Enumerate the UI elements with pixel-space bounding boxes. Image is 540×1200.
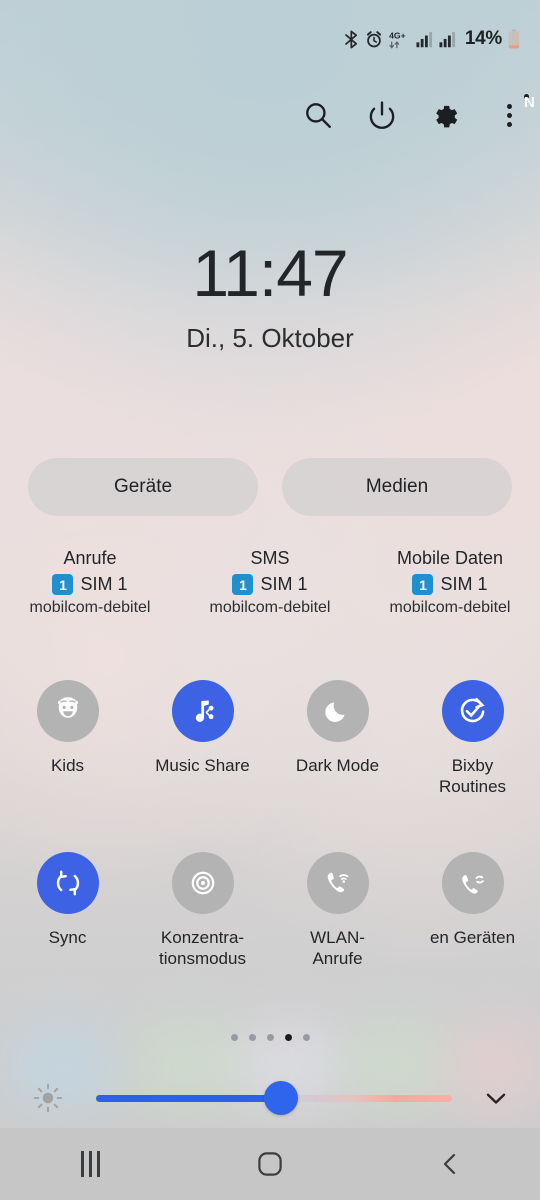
toggle-label: WLAN- Anrufe (310, 928, 365, 968)
toggle-dark-mode[interactable]: Dark Mode (270, 680, 405, 797)
sim-badge-icon: 1 (232, 574, 254, 595)
brightness-icon (0, 1081, 96, 1115)
power-icon[interactable] (367, 100, 397, 130)
sim-info-carrier: mobilcom-debitel (209, 599, 331, 616)
sim-info-selection: 1 SIM 1 (180, 574, 360, 595)
recents-bar-3 (96, 1151, 100, 1177)
bluetooth-icon (344, 30, 359, 49)
signal-sim1-icon (416, 31, 433, 48)
slider-fill (96, 1094, 282, 1102)
search-icon[interactable] (303, 100, 333, 130)
sim-info-slot: SIM 1 (80, 574, 128, 594)
clock-time: 11:47 (192, 236, 348, 310)
sim-info-row: Anrufe 1 SIM 1 mobilcom-debitel SMS 1 SI… (0, 548, 540, 617)
sim-badge-icon: 1 (52, 574, 74, 595)
toggle-label: Bixby Routines (438, 756, 507, 796)
recents-bar-2 (88, 1151, 92, 1177)
toggle-label: en Geräten (429, 928, 516, 947)
toggle-sync[interactable]: Sync (0, 852, 135, 969)
battery-icon (508, 29, 520, 49)
music-share-icon (171, 680, 234, 742)
sim-info-mobile-data[interactable]: Mobile Daten 1 SIM 1 mobilcom-debitel (360, 548, 540, 617)
sim-info-title: Mobile Daten (396, 548, 504, 568)
bixby-routines-icon (441, 680, 504, 742)
toggle-label: Music Share (155, 756, 250, 775)
focus-target-icon (171, 852, 234, 914)
media-button[interactable]: Medien (282, 458, 512, 516)
sim-info-slot: SIM 1 (440, 574, 488, 594)
recents-bar-1 (80, 1151, 84, 1177)
sync-icon (36, 852, 99, 914)
toggle-kids[interactable]: Kids (0, 680, 135, 797)
back-icon[interactable] (405, 1134, 495, 1194)
slider-thumb[interactable] (264, 1081, 299, 1115)
status-bar: 4G+ 14% (0, 0, 540, 78)
notification-badge: N (524, 94, 535, 111)
navigation-bar (0, 1128, 540, 1200)
toggle-wifi-calling[interactable]: WLAN- Anrufe (270, 852, 405, 969)
wifi-calling-icon (306, 852, 369, 914)
toggle-label: Sync (48, 928, 87, 947)
page-dot-4-active[interactable] (284, 1034, 292, 1041)
toggle-label: Kids (50, 756, 85, 775)
toggle-bixby-routines[interactable]: Bixby Routines (405, 680, 540, 797)
sim-info-selection: 1 SIM 1 (0, 574, 180, 595)
sim-info-sms[interactable]: SMS 1 SIM 1 mobilcom-debitel (180, 548, 360, 617)
signal-sim2-icon (439, 31, 456, 48)
sim-info-carrier: mobilcom-debitel (389, 599, 511, 616)
quick-toggles-row-2: Sync Konzentra- tionsmodus WLAN- Anrufe (0, 852, 540, 969)
gear-icon[interactable] (431, 100, 462, 131)
chevron-down-icon[interactable] (452, 1083, 540, 1113)
sim-badge-icon: 1 (412, 574, 434, 595)
battery-percent-label: 14% (464, 28, 502, 49)
call-on-other-devices-icon (441, 852, 504, 914)
home-icon[interactable] (225, 1134, 315, 1194)
toggle-label: Dark Mode (295, 756, 380, 775)
toggle-focus-mode[interactable]: Konzentra- tionsmodus (135, 852, 270, 969)
page-dot-2[interactable] (248, 1034, 256, 1041)
alarm-icon (365, 30, 383, 49)
page-dot-5[interactable] (302, 1034, 310, 1041)
page-dot-1[interactable] (230, 1034, 238, 1041)
recents-glyph (80, 1151, 100, 1177)
sim-info-slot: SIM 1 (260, 574, 308, 594)
kebab-dot-2 (506, 112, 512, 118)
page-dot-3[interactable] (266, 1034, 274, 1041)
sim-info-calls[interactable]: Anrufe 1 SIM 1 mobilcom-debitel (0, 548, 180, 617)
sim-info-title: SMS (250, 548, 290, 568)
brightness-slider[interactable] (96, 1075, 452, 1121)
brightness-row (0, 1072, 540, 1124)
network-4g-plus-icon: 4G+ (389, 30, 410, 49)
kebab-dot-1 (506, 103, 512, 109)
svg-text:4G+: 4G+ (389, 30, 406, 40)
devices-media-row: Geräte Medien (28, 458, 512, 516)
kids-face-icon (36, 680, 99, 742)
page-indicator (0, 1034, 540, 1041)
kebab-dot-3 (506, 121, 512, 127)
toggle-music-share[interactable]: Music Share (135, 680, 270, 797)
sim-info-carrier: mobilcom-debitel (29, 599, 151, 616)
recents-icon[interactable] (45, 1134, 135, 1194)
quick-toggles-row-1: Kids Music Share Dark Mode Bixby Routine… (0, 680, 540, 797)
sim-info-title: Anrufe (63, 548, 117, 568)
toggle-label: Konzentra- tionsmodus (159, 928, 246, 968)
quick-panel-header: N (0, 90, 540, 140)
moon-icon (306, 680, 369, 742)
clock-block[interactable]: 11:47 Di., 5. Oktober (0, 240, 540, 354)
sim-info-selection: 1 SIM 1 (360, 574, 540, 595)
devices-button[interactable]: Geräte (28, 458, 258, 516)
toggle-call-on-other-devices[interactable]: en Geräten (405, 852, 540, 969)
clock-date: Di., 5. Oktober (186, 323, 354, 353)
more-options-icon[interactable]: N (496, 94, 535, 130)
